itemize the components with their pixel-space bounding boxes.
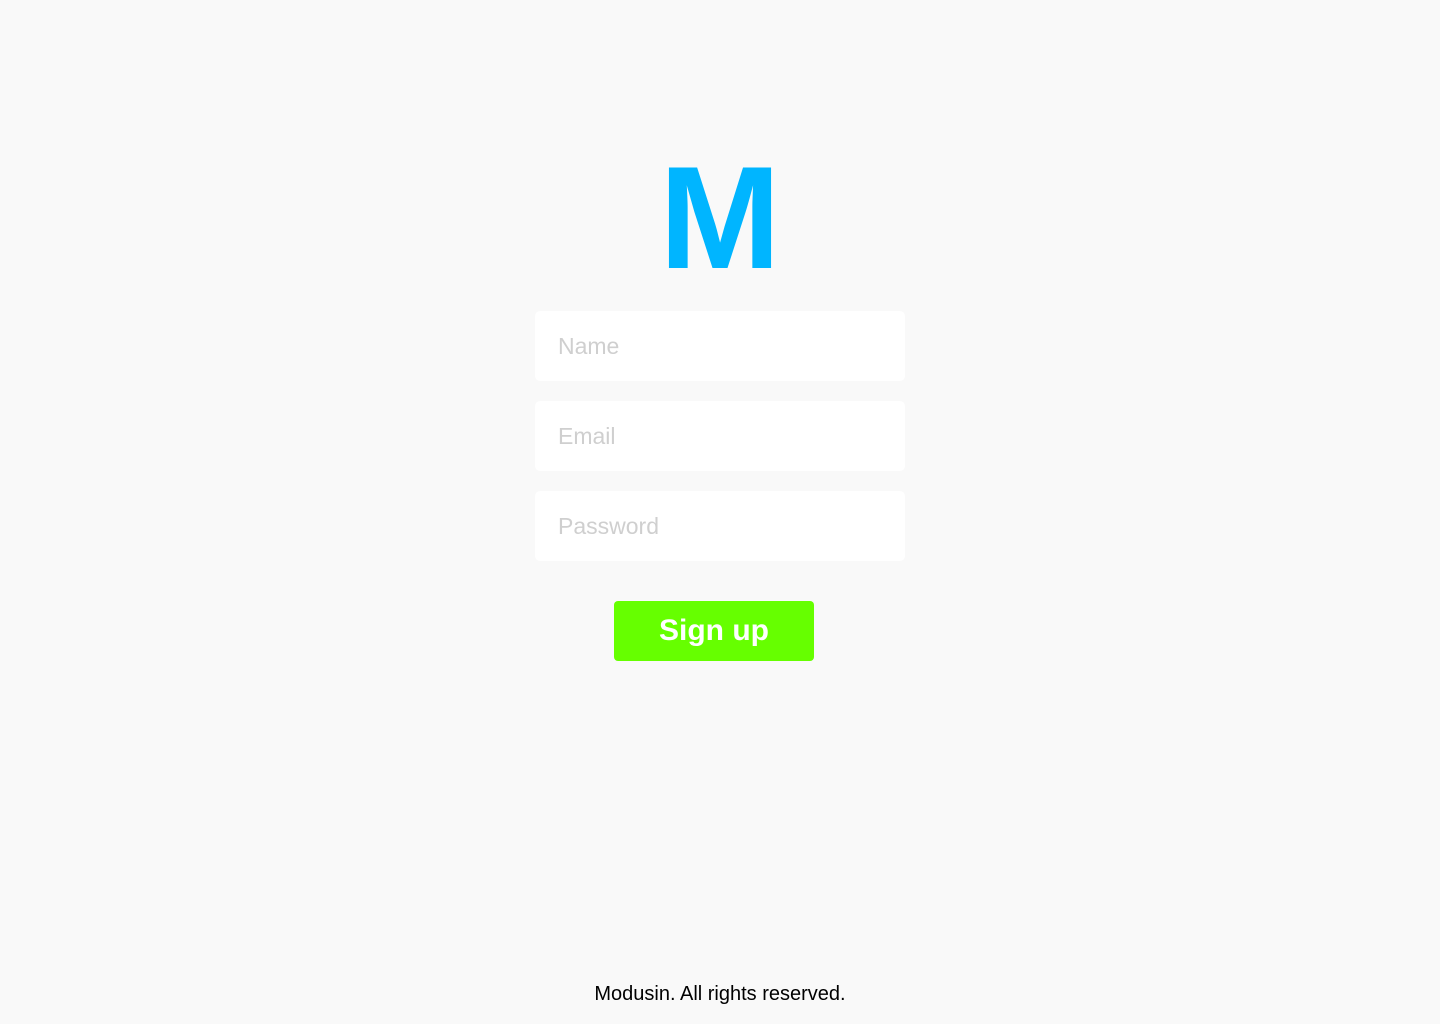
footer-copyright: Modusin. All rights reserved. bbox=[594, 983, 846, 1005]
name-input[interactable] bbox=[535, 311, 905, 381]
password-input[interactable] bbox=[535, 491, 905, 561]
sign-up-button[interactable]: Sign up bbox=[614, 601, 814, 661]
logo: M bbox=[659, 136, 781, 299]
email-input[interactable] bbox=[535, 401, 905, 471]
